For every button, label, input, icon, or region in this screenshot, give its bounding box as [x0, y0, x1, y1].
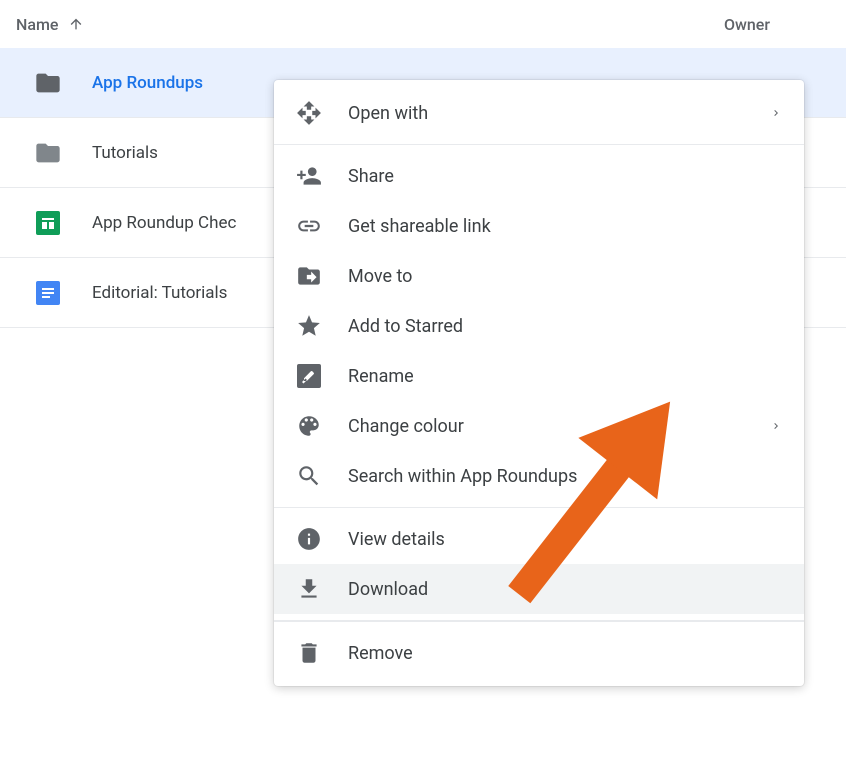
menu-separator	[274, 620, 804, 622]
file-name: App Roundup Chec	[92, 213, 236, 233]
menu-label: Open with	[348, 103, 428, 124]
sheets-icon	[34, 209, 62, 237]
move-icon	[296, 100, 322, 126]
folder-icon	[34, 69, 62, 97]
folder-move-icon	[296, 263, 322, 289]
column-headers: Name Owner	[0, 0, 846, 48]
menu-change-colour[interactable]: Change colour	[274, 401, 804, 451]
menu-download[interactable]: Download	[274, 564, 804, 614]
menu-open-with[interactable]: Open with	[274, 88, 804, 138]
menu-label: Share	[348, 166, 394, 187]
menu-rename[interactable]: Rename	[274, 351, 804, 401]
menu-label: Rename	[348, 366, 414, 387]
menu-remove[interactable]: Remove	[274, 628, 804, 678]
star-icon	[296, 313, 322, 339]
column-name[interactable]: Name	[16, 15, 84, 34]
trash-icon	[296, 640, 322, 666]
menu-label: Add to Starred	[348, 316, 463, 337]
menu-label: Change colour	[348, 416, 464, 437]
menu-search-within[interactable]: Search within App Roundups	[274, 451, 804, 501]
menu-label: Search within App Roundups	[348, 466, 577, 487]
rename-icon	[296, 363, 322, 389]
menu-label: Download	[348, 579, 428, 600]
menu-separator	[274, 144, 804, 145]
column-owner[interactable]: Owner	[724, 15, 830, 34]
menu-label: Get shareable link	[348, 216, 491, 237]
info-icon	[296, 526, 322, 552]
search-icon	[296, 463, 322, 489]
folder-icon	[34, 139, 62, 167]
menu-add-to-starred[interactable]: Add to Starred	[274, 301, 804, 351]
menu-label: View details	[348, 529, 445, 550]
chevron-right-icon	[770, 420, 782, 432]
menu-label: Remove	[348, 643, 413, 664]
menu-share[interactable]: Share	[274, 151, 804, 201]
menu-move-to[interactable]: Move to	[274, 251, 804, 301]
owner-column-label: Owner	[724, 15, 770, 34]
name-column-label: Name	[16, 15, 58, 34]
sort-arrow-up-icon	[68, 16, 84, 32]
file-name: Tutorials	[92, 143, 158, 163]
menu-get-shareable-link[interactable]: Get shareable link	[274, 201, 804, 251]
link-icon	[296, 213, 322, 239]
menu-label: Move to	[348, 266, 412, 287]
context-menu: Open with Share Get shareable link Move …	[274, 80, 804, 686]
file-name: Editorial: Tutorials	[92, 283, 227, 303]
chevron-right-icon	[770, 107, 782, 119]
palette-icon	[296, 413, 322, 439]
person-add-icon	[296, 163, 322, 189]
download-icon	[296, 576, 322, 602]
file-name: App Roundups	[92, 73, 203, 93]
menu-separator	[274, 507, 804, 508]
menu-view-details[interactable]: View details	[274, 514, 804, 564]
docs-icon	[34, 279, 62, 307]
